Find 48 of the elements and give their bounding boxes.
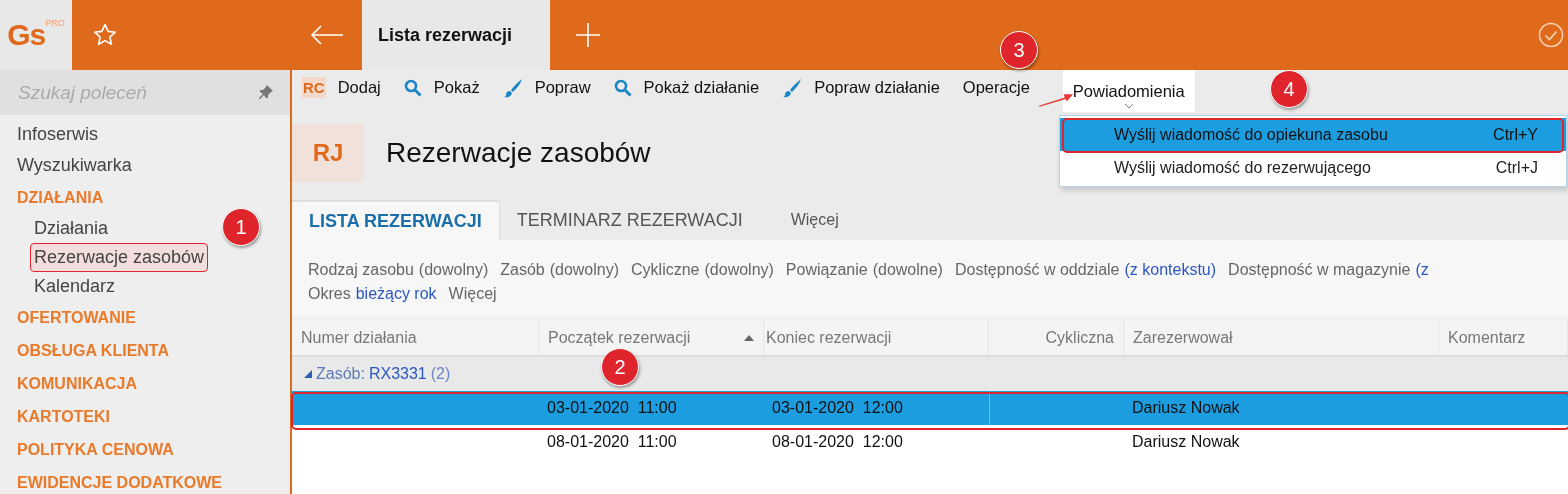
menu-item[interactable]: Wyślij wiadomość do rezerwującego Ctrl+J xyxy=(1060,151,1566,184)
toolbar-button[interactable]: Popraw xyxy=(500,70,600,105)
page-badge: RJ xyxy=(292,123,364,182)
column-header[interactable]: Zarezerwował xyxy=(1124,320,1439,355)
filter-label[interactable]: Powiązanie xyxy=(785,261,868,278)
filter-label[interactable]: Cykliczne xyxy=(631,261,700,278)
sidebar-item[interactable]: Infoserwis xyxy=(0,119,116,150)
filter-label[interactable]: Okres xyxy=(308,285,351,302)
table-cell: Dariusz Nowak xyxy=(1132,399,1240,417)
toolbar-button[interactable]: RC Dodaj xyxy=(300,70,390,105)
toolbar-button[interactable]: Pokaż xyxy=(401,70,489,105)
sidebar-item[interactable]: Działania xyxy=(30,214,113,243)
column-header[interactable]: Koniec rezerwacji xyxy=(744,320,989,355)
column-header[interactable]: Cykliczna xyxy=(989,320,1124,355)
filter-value[interactable]: (dowolne) xyxy=(872,261,943,278)
filter-value[interactable]: bieżący rok xyxy=(355,285,437,302)
filter-label[interactable]: Zasób xyxy=(500,261,545,278)
filter-label[interactable]: Rodzaj zasobu xyxy=(308,261,414,278)
table-cell: 08-01-2020 12:00 xyxy=(772,433,903,451)
toolbar-button[interactable]: Popraw działanie xyxy=(780,70,949,105)
table-cell: 08-01-2020 11:00 xyxy=(547,433,677,451)
table-cell: 03-01-2020 12:00 xyxy=(772,399,903,417)
filter-value[interactable]: (dowolny) xyxy=(549,261,620,278)
tab[interactable]: Lista rezerwacji xyxy=(362,0,550,70)
filter-label[interactable]: Dostępność w magazynie xyxy=(1228,261,1411,278)
sidebar-item[interactable]: Rezerwacje zasobów xyxy=(30,243,209,272)
logo: Gs$^{PRO}$ xyxy=(0,0,72,70)
sidebar-item[interactable]: Kalendarz xyxy=(30,272,120,301)
toolbar-button[interactable]: Pokaż działanie xyxy=(611,70,769,105)
toolbar-button[interactable]: Powiadomienia xyxy=(1062,70,1195,112)
table-cell: Dariusz Nowak xyxy=(1132,433,1240,451)
sidebar-item[interactable]: Wyszukiwarka xyxy=(0,150,149,181)
page-title: Rezerwacje zasobów xyxy=(386,136,651,169)
filter-value[interactable]: (dowolny) xyxy=(418,261,489,278)
table-cell: 03-01-2020 11:00 xyxy=(547,399,677,417)
filter-value[interactable]: (z xyxy=(1415,261,1429,278)
filter-label[interactable]: Dostępność w oddziale xyxy=(954,261,1120,278)
menu-item[interactable]: Wyślij wiadomość do opiekuna zasobu Ctrl+Y xyxy=(1060,118,1566,151)
tab[interactable]: TERMINARZ REZERWACJI xyxy=(499,200,761,240)
tab[interactable]: LISTA REZERWACJI xyxy=(292,200,500,240)
filter-value[interactable]: (z kontekstu) xyxy=(1124,261,1217,278)
column-header[interactable]: Numer działania xyxy=(292,320,539,355)
filter-label[interactable]: Więcej xyxy=(448,285,497,302)
toolbar-button[interactable]: Operacje xyxy=(960,70,1039,105)
filter-value[interactable]: (dowolny) xyxy=(704,261,774,278)
table-row[interactable]: 03-01-2020 11:00 03-01-2020 12:00 Dariusz Nowak xyxy=(292,391,1568,425)
column-header[interactable]: Komentarz xyxy=(1439,320,1568,355)
tab[interactable]: Więcej xyxy=(760,200,857,240)
